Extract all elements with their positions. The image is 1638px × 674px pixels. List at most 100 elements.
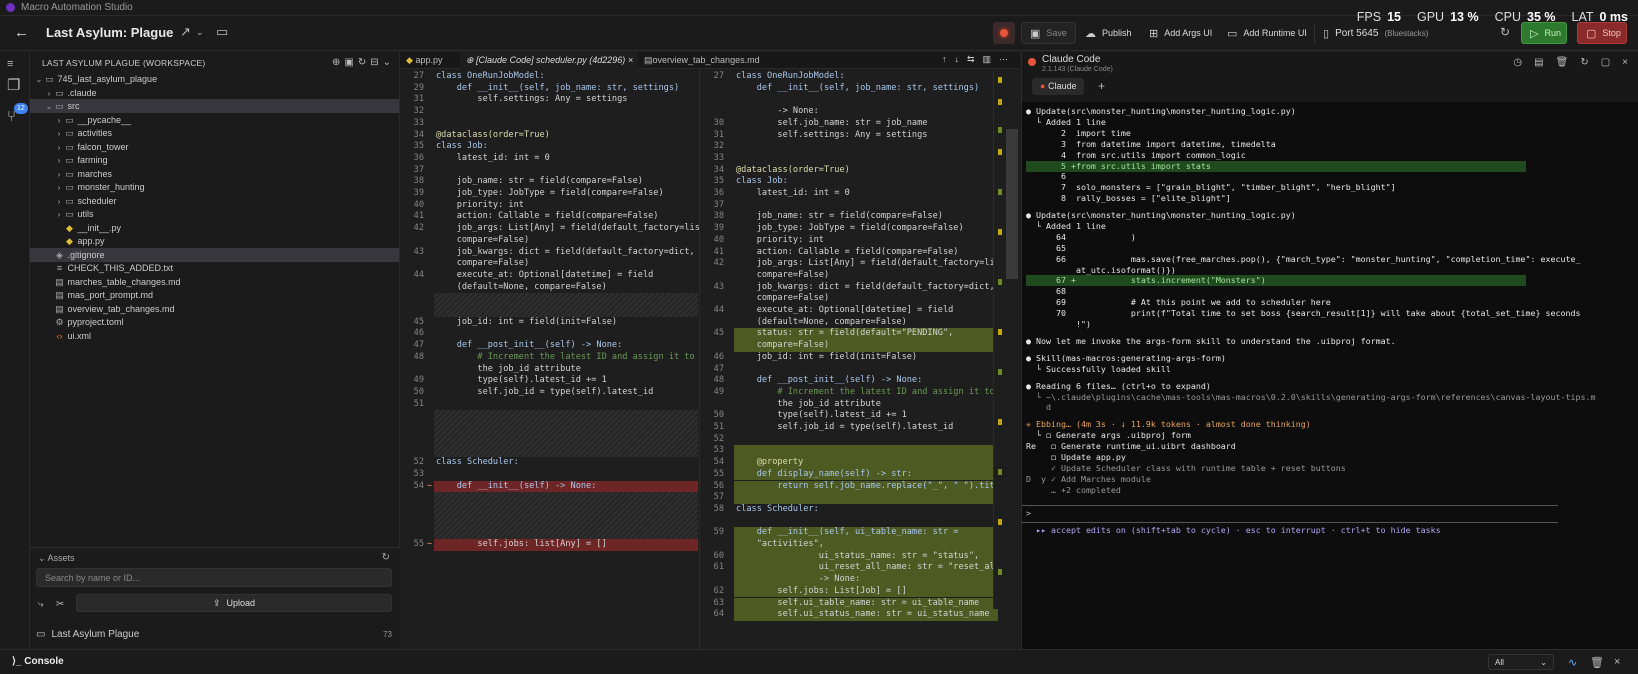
back-arrow-icon[interactable]: ← xyxy=(14,24,29,41)
new-file-icon[interactable]: ⊕ xyxy=(332,57,340,68)
code-line: -> None: xyxy=(736,106,819,117)
tree-item[interactable]: ◈ .gitignore xyxy=(30,247,399,262)
clipboard-icon[interactable]: ▤ xyxy=(1534,57,1543,68)
tree-item[interactable]: › ▭ monster_hunting xyxy=(30,180,399,194)
console-toggle[interactable]: ⟩_ Console xyxy=(12,656,64,667)
refresh-icon[interactable]: ↻ xyxy=(1500,25,1510,39)
tree-item[interactable]: ▤ marches_table_changes.md xyxy=(30,275,399,289)
python-file-icon: ◆ xyxy=(406,55,413,65)
diff-overview-ruler[interactable] xyxy=(993,69,1019,609)
tree-item[interactable]: ▤ mas_port_prompt.md xyxy=(30,288,399,302)
line-number: 34 xyxy=(713,164,724,175)
upload-button[interactable]: ⇪ Upload xyxy=(76,594,392,612)
terminal-line: ● Update(src\monster_hunting\monster_hun… xyxy=(1026,210,1296,221)
close-icon[interactable]: × xyxy=(628,55,633,65)
tree-item[interactable]: › ▭ .claude xyxy=(30,86,399,100)
add-tab-icon[interactable]: + xyxy=(1098,79,1105,93)
tree-item[interactable]: › ▭ marches xyxy=(30,167,399,181)
add-runtime-ui-button[interactable]: ▭ Add Runtime UI xyxy=(1219,22,1315,44)
scissors-icon[interactable]: ✂ xyxy=(56,599,64,610)
line-number: 39 xyxy=(713,223,724,234)
run-button[interactable]: ▷ Run xyxy=(1521,22,1567,44)
close-icon[interactable]: × xyxy=(1614,656,1620,668)
claude-terminal[interactable]: ● Update(src\monster_hunting\monster_hun… xyxy=(1022,102,1638,649)
collapse-icon[interactable]: ⊟ xyxy=(370,57,378,68)
line-number: 35 xyxy=(413,141,424,152)
chevron-down-icon[interactable]: ⌄ xyxy=(196,27,204,38)
asset-project-name: Last Asylum Plague xyxy=(51,628,140,640)
terminal-text: Reading 6 files… (ctrl+o to expand) xyxy=(1036,380,1211,391)
files-icon[interactable]: ❐ xyxy=(7,76,20,94)
assets-header[interactable]: ⌄ Assets xyxy=(38,553,75,564)
stop-button[interactable]: ▢ Stop xyxy=(1577,22,1627,44)
line-number: 33 xyxy=(413,117,424,128)
console-filter-select[interactable]: All ⌄ xyxy=(1488,654,1554,670)
minimap-viewport[interactable] xyxy=(1006,129,1018,279)
folder-icon[interactable]: ▭ xyxy=(216,24,228,40)
folder-icon: ▭ xyxy=(65,168,74,179)
refresh-icon[interactable]: ↻ xyxy=(382,552,390,563)
refresh-icon[interactable]: ↻ xyxy=(358,57,366,68)
tree-item[interactable]: › ▭ farming xyxy=(30,153,399,167)
code-line: latest_id: int = 0 xyxy=(736,188,850,198)
tab-app-py[interactable]: ◆ app.py xyxy=(400,52,460,69)
folder-icon: ▭ xyxy=(55,101,64,111)
line-number xyxy=(700,539,724,550)
port-selector[interactable]: ▯ Port 5645 (Bluestacks) xyxy=(1314,22,1436,44)
activity-icon[interactable]: ∿ xyxy=(1568,656,1577,669)
tree-item[interactable]: ▤ overview_tab_changes.md xyxy=(30,302,399,316)
save-button[interactable]: ▣ Save xyxy=(1021,22,1076,44)
tree-item[interactable]: › ▭ scheduler xyxy=(30,194,399,208)
asset-count: 73 xyxy=(383,629,392,639)
tree-item[interactable]: ◆ __init__.py xyxy=(30,221,399,235)
terminal-line: ◻ Update app.py xyxy=(1026,452,1126,463)
new-folder-icon[interactable]: ▣ xyxy=(344,57,353,68)
asset-project-row[interactable]: ▭ Last Asylum Plague 73 xyxy=(36,627,392,641)
add-args-ui-button[interactable]: ⊞ Add Args UI xyxy=(1141,22,1220,44)
menu-icon[interactable]: ≡ xyxy=(7,58,13,70)
more-icon[interactable]: ⋯ xyxy=(999,54,1008,65)
terminal-line: !") xyxy=(1026,319,1091,330)
trash-icon[interactable]: 🗑 xyxy=(1590,656,1604,669)
record-button[interactable] xyxy=(993,22,1015,44)
maximize-icon[interactable]: ▢ xyxy=(1601,57,1610,68)
revert-icon[interactable]: ⇆ xyxy=(967,54,975,65)
diff-original-pane[interactable]: 27 class OneRunJobModel: 29 def __init__(s… xyxy=(400,69,700,649)
terminal-line: Re ◻ Generate runtime_ui.uibrt dashboard xyxy=(1026,441,1236,452)
split-icon[interactable]: ▥ xyxy=(982,54,991,65)
performance-stats: FPS 15 GPU 13 % CPU 35 % LAT 0 ms xyxy=(1357,10,1628,24)
tree-item[interactable]: ◆ app.py xyxy=(30,234,399,248)
history-icon[interactable]: ◷ xyxy=(1513,57,1522,68)
asset-search-input[interactable]: Search by name or ID... xyxy=(36,568,392,587)
terminal-line: 70 print(f"Total time to set boss {searc… xyxy=(1026,308,1581,319)
more-icon[interactable]: ⌄ xyxy=(383,57,391,68)
line-number: 52 xyxy=(413,457,424,468)
import-icon[interactable]: ⤷ xyxy=(38,599,44,610)
fps-value: 15 xyxy=(1387,10,1401,24)
add-args-ui-label: Add Args UI xyxy=(1164,28,1213,38)
arrow-up-icon[interactable]: ↑ xyxy=(942,54,947,65)
tab-overview-md[interactable]: ▤overview_tab_changes.md xyxy=(638,52,778,69)
tree-item[interactable]: › ▭ utils xyxy=(30,207,399,221)
tree-item[interactable]: › ▭ __pycache__ xyxy=(30,113,399,127)
close-icon[interactable]: × xyxy=(1622,57,1628,68)
open-external-icon[interactable]: ↗ xyxy=(180,24,191,40)
refresh-icon[interactable]: ↻ xyxy=(1580,57,1588,68)
cpu-label: CPU xyxy=(1494,10,1521,24)
tree-item[interactable]: ≡ CHECK_THIS_ADDED.txt xyxy=(30,261,399,275)
trash-icon[interactable]: 🗑 xyxy=(1556,57,1569,68)
tree-item[interactable]: ‹› ui.xml xyxy=(30,329,399,343)
tree-item[interactable]: › ▭ falcon_tower xyxy=(30,140,399,154)
folder-icon: ▭ xyxy=(65,209,74,219)
tree-item[interactable]: › ▭ activities xyxy=(30,126,399,140)
tree-item[interactable]: ⌄ ▭ src xyxy=(30,99,399,113)
tab-claude[interactable]: ● Claude xyxy=(1032,78,1085,95)
arrow-down-icon[interactable]: ↓ xyxy=(954,54,959,65)
terminal-line: 66 mas.save(free_marches.pop(), {"march_… xyxy=(1026,253,1581,264)
tab-scheduler-diff[interactable]: ⊕ [Claude Code] scheduler.py (4d2296) × xyxy=(460,52,638,69)
prompt-input[interactable]: > xyxy=(1026,508,1031,519)
tree-item[interactable]: ⌄ ▭ 745_last_asylum_plague xyxy=(30,72,399,86)
tree-item[interactable]: ⚙ pyproject.toml xyxy=(30,315,399,329)
publish-button[interactable]: ☁ Publish xyxy=(1077,22,1140,44)
diff-modified-pane[interactable]: 27 class OneRunJobModel: def __init__(sel… xyxy=(700,69,1000,649)
